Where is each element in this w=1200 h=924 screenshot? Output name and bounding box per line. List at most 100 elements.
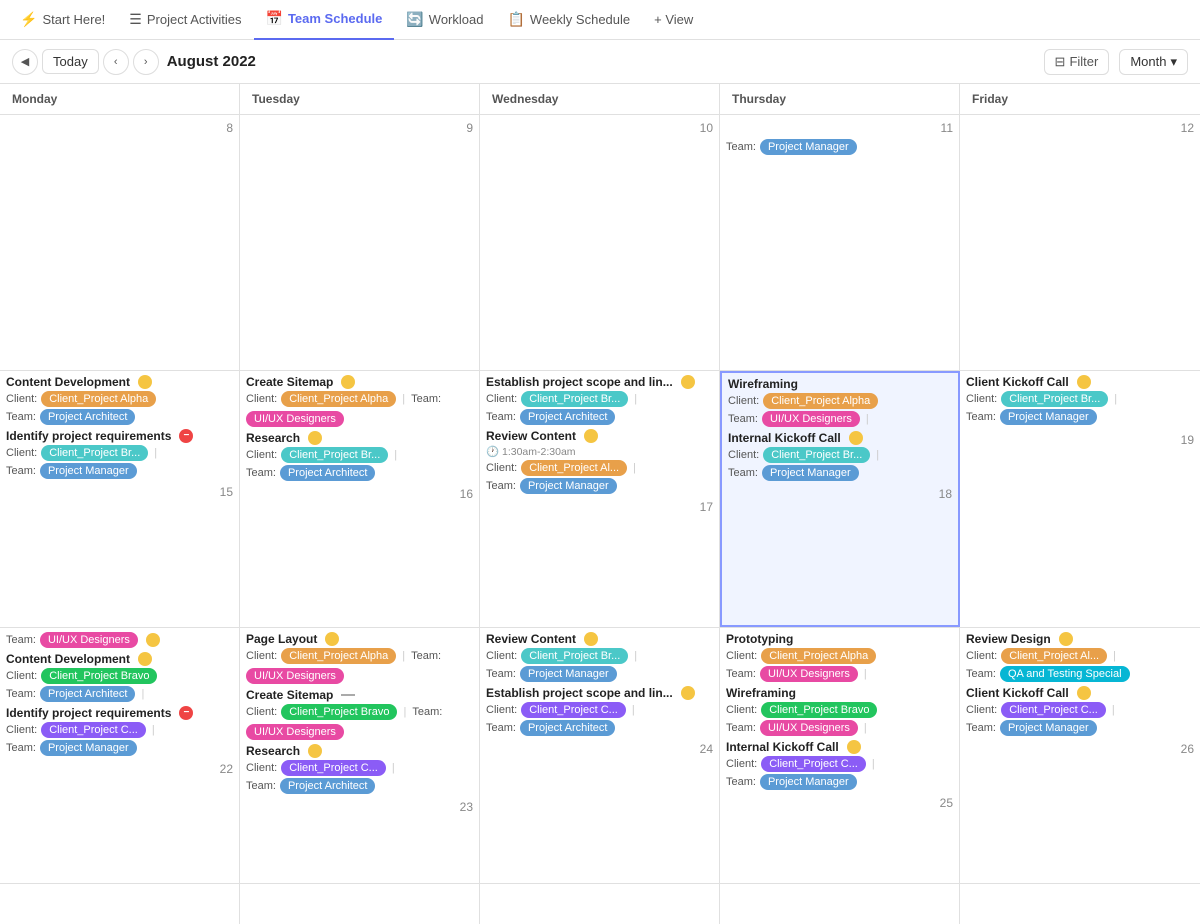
client-pill[interactable]: Client_Project Br... [1001, 391, 1108, 407]
filter-button[interactable]: ⊟ Filter [1044, 49, 1110, 75]
event-wireframing-bravo: Wireframing Client: Client_Project Bravo… [726, 686, 953, 736]
event-internal-kickoff-c: Internal Kickoff Call Client: Client_Pro… [726, 740, 953, 790]
day-num-18: 18 [728, 485, 952, 505]
event-title: Identify project requirements − [6, 429, 233, 443]
nav-prev-button[interactable]: ‹ [103, 49, 129, 75]
client-pill[interactable]: Client_Project C... [1001, 702, 1106, 718]
team-pill[interactable]: Project Architect [280, 465, 375, 481]
nav-controls: ◀ Today ‹ › August 2022 [12, 49, 256, 75]
event-title: Internal Kickoff Call [728, 431, 952, 445]
client-pill[interactable]: Client_Project Br... [521, 391, 628, 407]
team-pill[interactable]: Project Manager [1000, 720, 1097, 736]
team-pill[interactable]: Project Manager [760, 139, 857, 155]
event-row: Client: Client_Project Alpha [726, 648, 953, 664]
team-pill[interactable]: UI/UX Designers [760, 666, 858, 682]
tab-weekly[interactable]: 📋 Weekly Schedule [495, 0, 642, 40]
day-cell-9: 9 [240, 115, 480, 370]
team-pill[interactable]: Project Manager [520, 478, 617, 494]
day-num-24: 24 [486, 740, 713, 760]
tab-view-label: + View [654, 12, 693, 27]
day-num-17: 17 [486, 498, 713, 518]
day-cell-11: 11 Team: Project Manager [720, 115, 960, 370]
day-num-11: 11 [726, 119, 953, 139]
event-title: Review Content [486, 429, 713, 443]
team-pill[interactable]: Project Architect [520, 720, 615, 736]
client-pill[interactable]: Client_Project C... [761, 756, 866, 772]
event-research-c: Research Client: Client_Project C... | T… [246, 744, 473, 794]
weekly-icon: 📋 [507, 11, 524, 28]
client-pill[interactable]: Client_Project Br... [521, 648, 628, 664]
event-research: Research Client: Client_Project Br... | … [246, 431, 473, 481]
tab-team-schedule[interactable]: 📅 Team Schedule [254, 0, 395, 40]
event-review-content-bravo: Review Content Client: Client_Project Br… [486, 632, 713, 682]
day-cell-10: 10 [480, 115, 720, 370]
event-row: Client: Client_Project Br... | [246, 447, 473, 463]
day-cell-19: Client Kickoff Call Client: Client_Proje… [960, 371, 1200, 626]
team-pill[interactable]: Project Manager [1000, 409, 1097, 425]
tab-start[interactable]: ⚡ Start Here! [8, 0, 117, 40]
team-pill[interactable]: Project Architect [40, 409, 135, 425]
team-pill[interactable]: UI/UX Designers [760, 720, 858, 736]
week-row-3: Team: UI/UX Designers Content Developmen… [0, 628, 1200, 884]
event-row: Team: Project Architect [246, 465, 473, 481]
tab-workload[interactable]: 🔄 Workload [394, 0, 495, 40]
team-pill[interactable]: Project Manager [40, 463, 137, 479]
team-pill[interactable]: QA and Testing Special [1000, 666, 1130, 682]
today-button[interactable]: Today [42, 49, 99, 74]
client-pill[interactable]: Client_Project Alpha [281, 648, 396, 664]
nav-next-button[interactable]: › [133, 49, 159, 75]
overflow-indicator: − [179, 429, 193, 443]
day-cell-12: 12 [960, 115, 1200, 370]
team-pill[interactable]: Project Manager [520, 666, 617, 682]
client-pill[interactable]: Client_Project C... [41, 722, 146, 738]
team-pill[interactable]: UI/UX Designers [246, 668, 344, 684]
team-pill[interactable]: UI/UX Designers [40, 632, 138, 648]
day-num-9: 9 [246, 119, 473, 139]
event-row: Team: UI/UX Designers | [726, 720, 953, 736]
team-pill[interactable]: Project Manager [762, 465, 859, 481]
filter-label: Filter [1069, 54, 1098, 69]
client-pill[interactable]: Client_Project Br... [281, 447, 388, 463]
overflow-indicator [146, 633, 160, 647]
team-pill[interactable]: Project Architect [280, 778, 375, 794]
client-pill[interactable]: Client_Project Alpha [761, 648, 876, 664]
client-pill[interactable]: Client_Project C... [521, 702, 626, 718]
event-time: 🕐 1:30am-2:30am [486, 445, 713, 458]
team-pill[interactable]: Project Manager [760, 774, 857, 790]
event-title: Research [246, 744, 473, 758]
team-pill[interactable]: Project Manager [40, 740, 137, 756]
overflow-indicator [138, 375, 152, 389]
client-pill[interactable]: Client_Project Br... [41, 445, 148, 461]
client-pill[interactable]: Client_Project Bravo [761, 702, 877, 718]
client-pill[interactable]: Client_Project Alpha [41, 391, 156, 407]
tab-view[interactable]: + View [642, 0, 705, 40]
client-pill[interactable]: Client_Project Bravo [41, 668, 157, 684]
tab-activities[interactable]: ☰ Project Activities [117, 0, 253, 40]
nav-back-button[interactable]: ◀ [12, 49, 38, 75]
client-pill[interactable]: Client_Project Alpha [281, 391, 396, 407]
client-pill[interactable]: Client_Project C... [281, 760, 386, 776]
client-pill[interactable]: Client_Project Br... [763, 447, 870, 463]
event-row: Team: Project Architect [246, 778, 473, 794]
team-pill[interactable]: UI/UX Designers [762, 411, 860, 427]
event-page-layout: Page Layout Client: Client_Project Alpha… [246, 632, 473, 684]
client-pill[interactable]: Client_Project Alpha [763, 393, 878, 409]
event-wireframing: Wireframing Client: Client_Project Alpha… [728, 377, 952, 427]
event-title: Identify project requirements − [6, 706, 233, 720]
overflow-indicator [1077, 375, 1091, 389]
team-pill[interactable]: Project Architect [40, 686, 135, 702]
event-title: Page Layout [246, 632, 473, 646]
client-pill[interactable]: Client_Project Al... [521, 460, 627, 476]
day-header-friday: Friday [960, 84, 1200, 114]
team-pill[interactable]: UI/UX Designers [246, 724, 344, 740]
client-pill[interactable]: Client_Project Bravo [281, 704, 397, 720]
overflow-indicator [325, 632, 339, 646]
month-button[interactable]: Month ▾ [1119, 49, 1188, 75]
team-pill[interactable]: UI/UX Designers [246, 411, 344, 427]
event-row: Team: Project Architect [6, 409, 233, 425]
client-pill[interactable]: Client_Project Al... [1001, 648, 1107, 664]
event-row: Client: Client_Project Al... | [966, 648, 1194, 664]
team-pill[interactable]: Project Architect [520, 409, 615, 425]
day-num-10: 10 [486, 119, 713, 139]
event-row: Team: Project Manager [486, 478, 713, 494]
